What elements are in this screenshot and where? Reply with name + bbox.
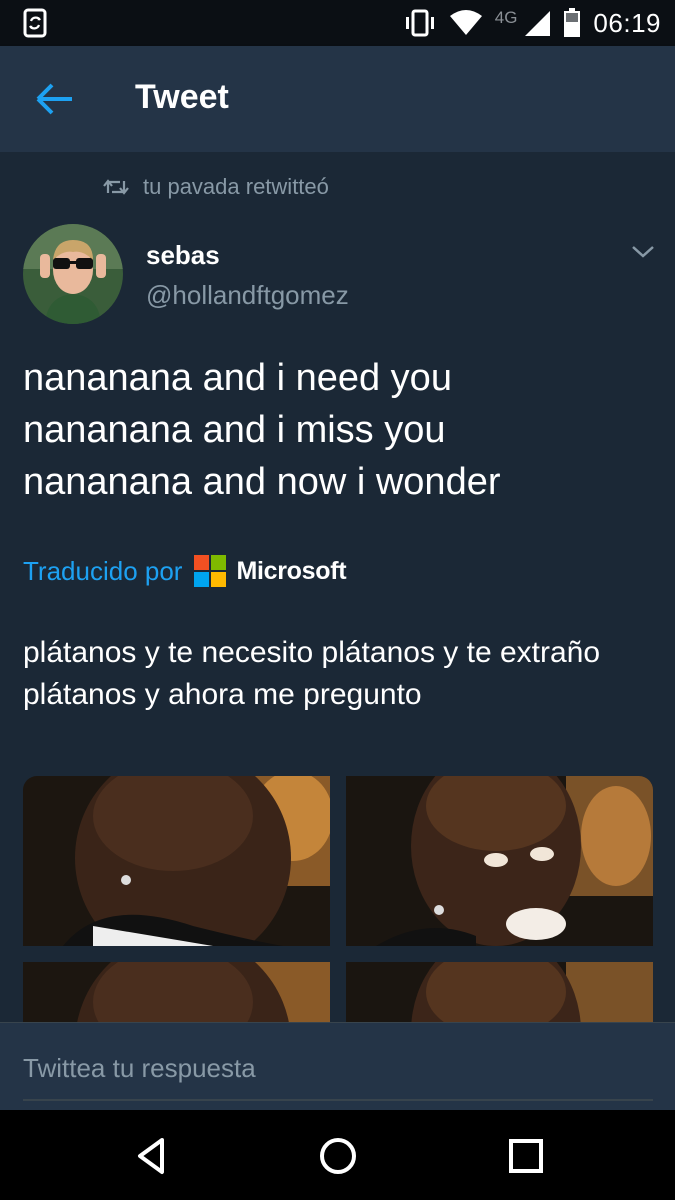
network-type: 4G — [494, 8, 518, 27]
media-grid — [23, 776, 653, 1022]
author-handle[interactable]: @hollandftgomez — [146, 280, 349, 311]
battery-icon — [564, 8, 581, 37]
retweet-icon — [103, 179, 129, 195]
clock: 06:19 — [593, 7, 661, 38]
translator-name: Microsoft — [236, 556, 347, 585]
wifi-icon — [449, 10, 482, 35]
reply-input-underline — [23, 1099, 653, 1101]
arrow-left-icon — [36, 83, 72, 115]
status-icons: 4G 06:19 — [403, 6, 661, 40]
media-image[interactable] — [346, 962, 653, 1022]
system-nav-bar — [0, 1110, 675, 1200]
reply-input[interactable]: Twittea tu respuesta — [23, 1053, 256, 1084]
app-bar: Tweet — [0, 46, 675, 152]
page-title: Tweet — [135, 78, 229, 116]
retweet-label: tu pavada retwitteó — [143, 174, 329, 199]
cell-signal-icon — [525, 11, 551, 36]
nav-back-icon[interactable] — [128, 1132, 176, 1180]
author-display-name[interactable]: sebas — [146, 240, 220, 271]
status-bar: 4G 06:19 — [0, 0, 675, 46]
translation-attribution: Traducido por Microsoft — [23, 555, 347, 587]
phone-sync-icon — [23, 8, 47, 38]
chevron-down-icon[interactable] — [630, 242, 656, 262]
translated-text: plátanos y te necesito plátanos y te ext… — [23, 636, 601, 711]
nav-recents-icon[interactable] — [502, 1132, 550, 1180]
media-image[interactable] — [23, 962, 330, 1022]
media-image[interactable] — [23, 776, 330, 946]
avatar[interactable] — [23, 224, 123, 324]
retweet-context: tu pavada retwitteó — [103, 174, 329, 200]
tweet-text: nananana and i need you nananana and i m… — [23, 352, 653, 508]
tweet-detail: tu pavada retwitteó sebas @hollandftgome… — [0, 152, 675, 1022]
microsoft-logo-icon — [194, 555, 227, 587]
media-image[interactable] — [346, 776, 653, 946]
nav-home-icon[interactable] — [314, 1132, 362, 1180]
reply-bar: Twittea tu respuesta — [0, 1022, 675, 1110]
tweet-text-line: nananana and now i wonder — [23, 461, 501, 503]
avatar-image — [23, 224, 123, 324]
tweet-text-line: nananana and i need you — [23, 357, 452, 399]
tweet-text-line: nananana and i miss you — [23, 409, 446, 451]
back-button[interactable] — [28, 76, 84, 122]
vibrate-icon — [405, 9, 434, 37]
translated-by-link[interactable]: Traducido por — [23, 556, 182, 587]
